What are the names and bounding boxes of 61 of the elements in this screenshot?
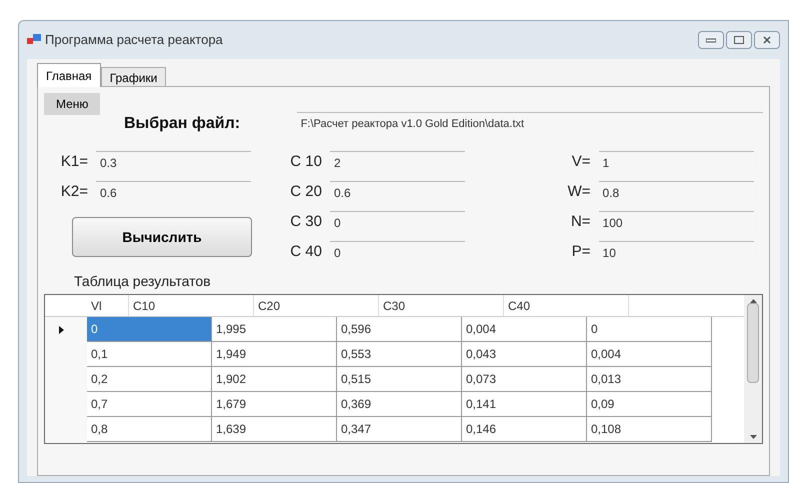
field-label: V= bbox=[570, 152, 591, 172]
field-label: P= bbox=[570, 242, 591, 262]
table-cell[interactable]: 0,108 bbox=[587, 417, 712, 442]
column-header[interactable]: C20 bbox=[254, 295, 379, 316]
table-cell[interactable]: 0,347 bbox=[337, 417, 462, 442]
close-button[interactable] bbox=[754, 31, 780, 49]
field-label: N= bbox=[570, 212, 591, 232]
maximize-button[interactable] bbox=[726, 31, 752, 49]
field-label: W= bbox=[566, 182, 591, 202]
row-header[interactable] bbox=[45, 317, 87, 342]
table-cell[interactable]: 0,1 bbox=[87, 342, 212, 367]
scrollbar[interactable] bbox=[744, 295, 762, 443]
table-cell[interactable]: 0,004 bbox=[462, 317, 587, 342]
scroll-down-icon bbox=[750, 435, 756, 439]
row-header[interactable] bbox=[45, 417, 87, 442]
column-header[interactable]: C30 bbox=[379, 295, 504, 316]
table-cell[interactable]: 1,639 bbox=[212, 417, 337, 442]
table-cell[interactable]: 0,2 bbox=[87, 367, 212, 392]
minimize-icon bbox=[706, 37, 716, 43]
table-cell[interactable]: 0,7 bbox=[87, 392, 212, 417]
table-title: Таблица результатов bbox=[74, 272, 212, 291]
table-cell[interactable]: 1,902 bbox=[212, 367, 337, 392]
tab[interactable]: Главная bbox=[37, 63, 101, 87]
table-cell[interactable]: 1,949 bbox=[212, 342, 337, 367]
minimize-button[interactable] bbox=[698, 31, 724, 49]
file-path-field: F:\Расчет реактора v1.0 Gold Edition\data.txt bbox=[296, 112, 763, 136]
field-label: K2= bbox=[60, 182, 88, 202]
compute-button[interactable]: Вычислить bbox=[72, 217, 252, 257]
column-header[interactable]: C40 bbox=[504, 295, 629, 316]
table-cell[interactable]: 0,596 bbox=[337, 317, 462, 342]
field-label: C 30 bbox=[289, 212, 322, 232]
table-cell[interactable]: 0,553 bbox=[337, 342, 462, 367]
table-cell[interactable]: 0,369 bbox=[337, 392, 462, 417]
table-cell[interactable]: 0 bbox=[587, 317, 712, 342]
table-cell[interactable]: 0,073 bbox=[462, 367, 587, 392]
table-cell[interactable]: 0,043 bbox=[462, 342, 587, 367]
tab[interactable]: Графики bbox=[100, 67, 166, 87]
maximize-icon bbox=[734, 36, 744, 44]
table-cell[interactable]: 1,995 bbox=[212, 317, 337, 342]
table-cell[interactable]: 0,8 bbox=[87, 417, 212, 442]
field-label: C 20 bbox=[289, 182, 322, 202]
field-label: C 40 bbox=[289, 242, 322, 262]
table-cell[interactable]: 0,004 bbox=[587, 342, 712, 367]
current-row-icon bbox=[59, 326, 64, 334]
table-cell[interactable]: 0,515 bbox=[337, 367, 462, 392]
field-label: K1= bbox=[60, 152, 88, 172]
table-cell[interactable]: 0,09 bbox=[587, 392, 712, 417]
scroll-thumb[interactable] bbox=[747, 303, 759, 383]
close-icon bbox=[763, 36, 771, 44]
column-header[interactable]: Vl bbox=[87, 295, 129, 316]
table-cell[interactable]: 0,013 bbox=[587, 367, 712, 392]
column-header[interactable]: C10 bbox=[129, 295, 254, 316]
table-cell[interactable]: 1,679 bbox=[212, 392, 337, 417]
menu-button[interactable]: Меню bbox=[44, 93, 100, 115]
table-cell[interactable]: 0,141 bbox=[462, 392, 587, 417]
app-icon bbox=[27, 34, 41, 46]
window-title: Программа расчета реактора bbox=[45, 31, 223, 50]
field-label: C 10 bbox=[289, 152, 322, 172]
table-cell[interactable]: 0 bbox=[87, 317, 212, 342]
table-cell[interactable]: 0,146 bbox=[462, 417, 587, 442]
file-label: Выбран файл: bbox=[124, 114, 242, 134]
